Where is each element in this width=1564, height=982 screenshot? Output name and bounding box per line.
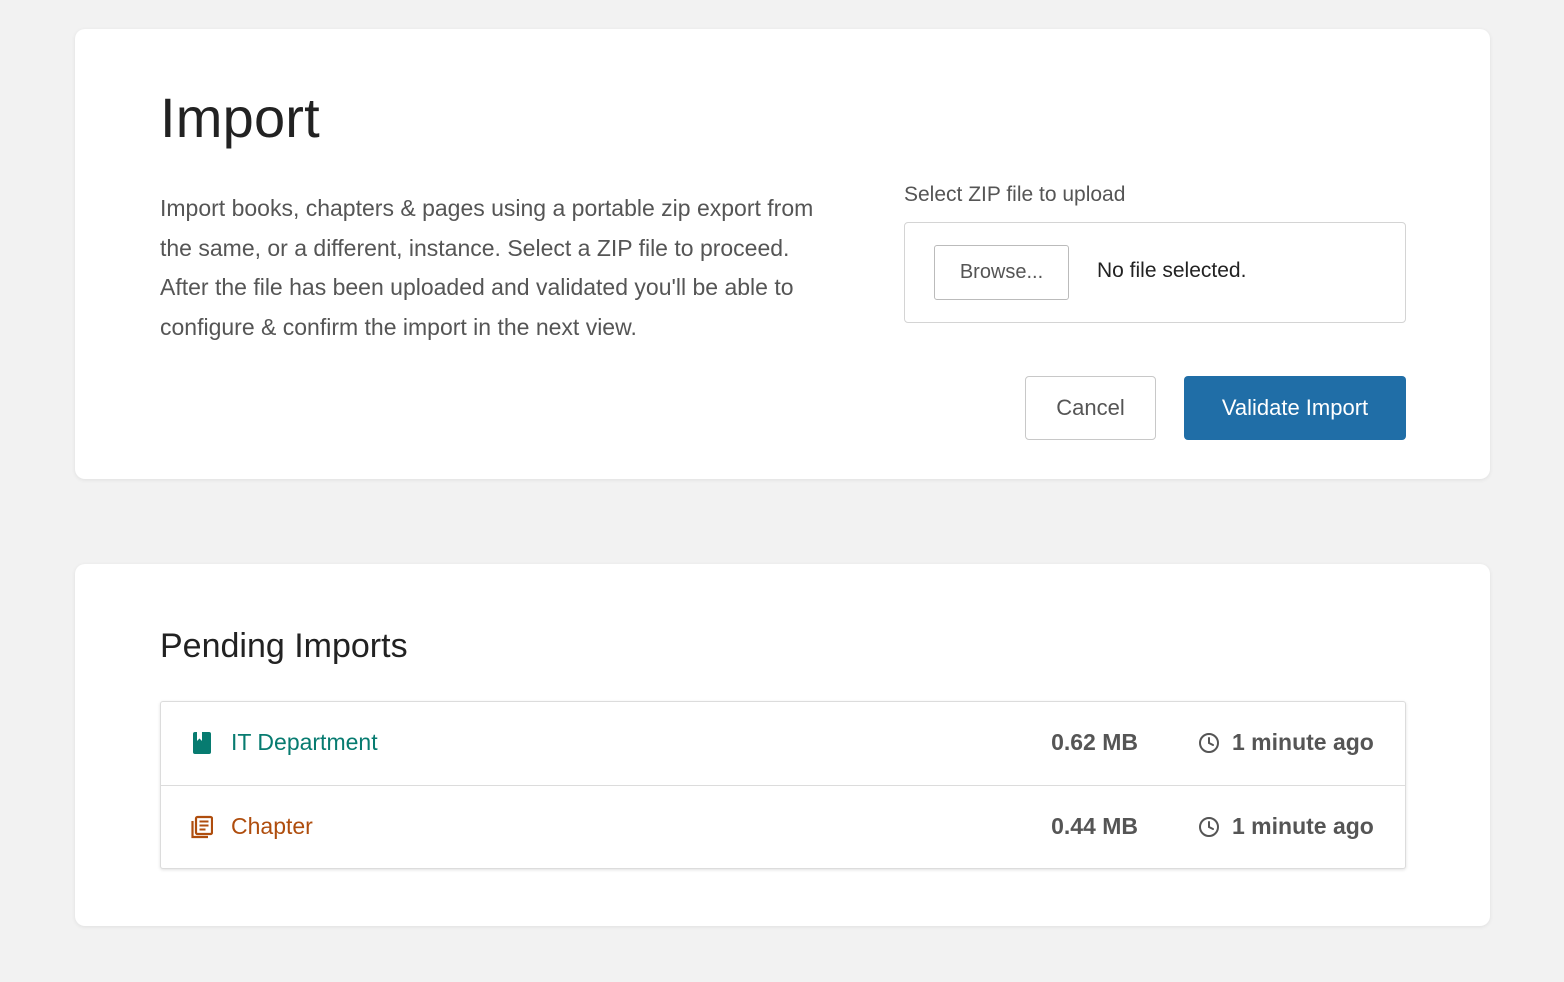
file-status: No file selected. [1097, 259, 1247, 282]
clock-icon [1199, 733, 1219, 753]
import-name: IT Department [231, 729, 378, 755]
pending-imports-list: IT Department 0.62 MB 1 minute ago Chapt… [160, 701, 1406, 869]
chapter-icon [191, 815, 213, 839]
upload-label: Select ZIP file to upload [904, 183, 1126, 206]
import-name: Chapter [231, 813, 313, 839]
cancel-button[interactable]: Cancel [1025, 376, 1156, 440]
import-time: 1 minute ago [1232, 813, 1374, 839]
import-description: Import books, chapters & pages using a p… [160, 195, 814, 340]
browse-button[interactable]: Browse... [934, 245, 1069, 300]
pending-import-row-chapter[interactable]: Chapter 0.44 MB 1 minute ago [161, 785, 1405, 868]
file-input-box[interactable]: Browse... No file selected. [904, 222, 1406, 323]
validate-import-button[interactable]: Validate Import [1184, 376, 1406, 440]
pending-import-row-it-department[interactable]: IT Department 0.62 MB 1 minute ago [161, 702, 1405, 785]
import-time: 1 minute ago [1232, 729, 1374, 755]
page-title: Import [160, 86, 320, 149]
import-size: 0.44 MB [1051, 813, 1138, 839]
import-card: Import Import books, chapters & pages us… [75, 29, 1490, 479]
section-title: Pending Imports [160, 627, 408, 665]
pending-imports-card: Pending Imports IT Department 0.62 MB 1 … [75, 564, 1490, 926]
import-size: 0.62 MB [1051, 729, 1138, 755]
book-icon [193, 732, 211, 754]
clock-icon [1199, 817, 1219, 837]
